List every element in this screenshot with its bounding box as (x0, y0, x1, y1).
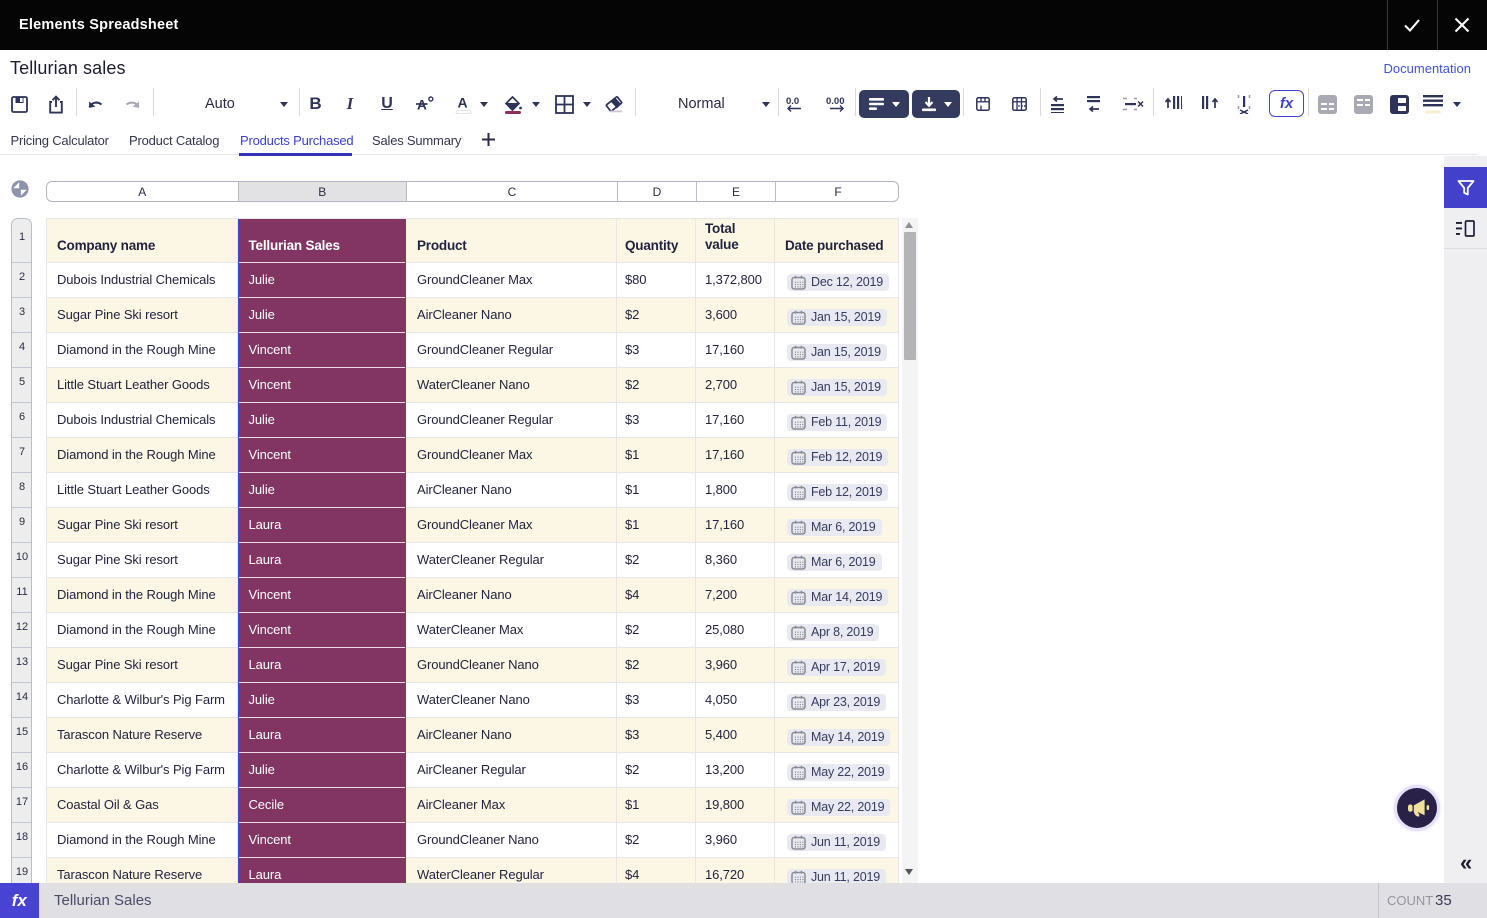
svg-text:A: A (458, 95, 468, 111)
svg-text:0.00: 0.00 (826, 96, 845, 107)
svg-text:0.0: 0.0 (786, 96, 799, 107)
svg-text:A: A (417, 98, 427, 113)
